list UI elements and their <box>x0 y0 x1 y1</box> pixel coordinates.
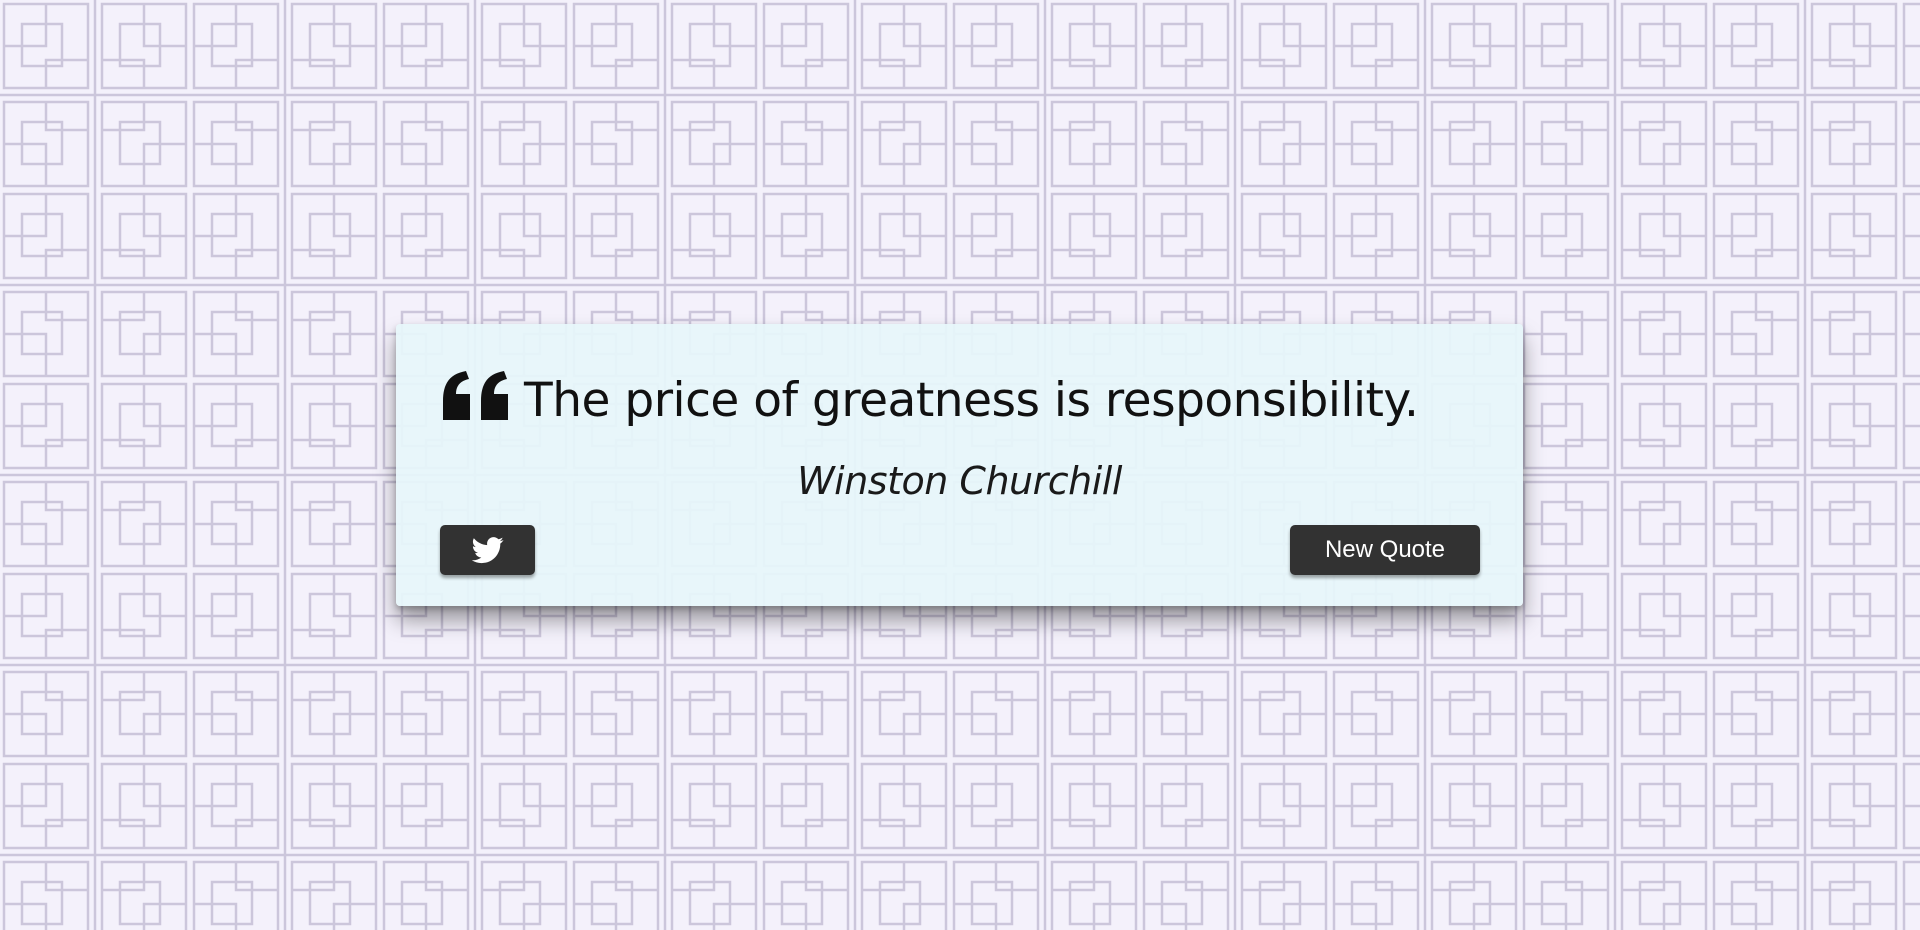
tweet-button[interactable] <box>440 525 535 575</box>
twitter-icon <box>471 537 503 564</box>
quote-card: The price of greatness is responsibility… <box>396 324 1523 606</box>
quote-row: The price of greatness is responsibility… <box>440 366 1485 436</box>
quote-author: Winston Churchill <box>797 459 1122 503</box>
new-quote-button[interactable]: New Quote <box>1290 525 1480 575</box>
quote-text: The price of greatness is responsibility… <box>524 373 1419 428</box>
quote-left-icon <box>443 371 508 420</box>
